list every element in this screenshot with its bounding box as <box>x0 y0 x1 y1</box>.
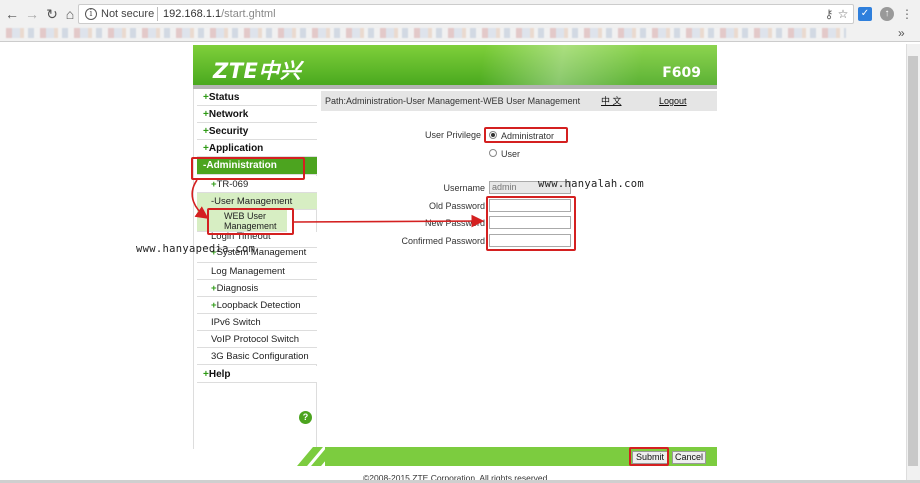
router-page: ZTE中兴 F609 +Status +Network +Security +A… <box>193 45 717 483</box>
confirmed-password-label: Confirmed Password <box>401 236 485 246</box>
sidebar-item-3g-basic-configuration[interactable]: 3G Basic Configuration <box>197 348 317 365</box>
password-fields-annotation-box <box>486 196 576 251</box>
sidebar-item-log-management[interactable]: Log Management <box>197 263 317 280</box>
sidebar-item-application[interactable]: +Application <box>197 140 317 157</box>
bookmarks-more-icon[interactable]: » <box>898 26 905 40</box>
administration-annotation-box <box>191 157 305 180</box>
sidebar-item-label: Security <box>208 126 249 137</box>
sidebar-item-label: 3G Basic Configuration <box>211 351 309 362</box>
sidebar-item-ipv6-switch[interactable]: IPv6 Switch <box>197 314 317 331</box>
info-icon[interactable]: i <box>85 8 97 20</box>
user-radio[interactable] <box>489 149 497 157</box>
watermark-right: www.hanyalah.com <box>538 178 644 190</box>
administrator-annotation-box <box>484 127 568 143</box>
sidebar-item-label: Status <box>208 92 240 103</box>
divider <box>157 7 158 21</box>
sidebar-item-label: User Management <box>214 196 293 207</box>
sidebar-item-label: TR-069 <box>216 179 249 190</box>
new-password-label: New Password <box>424 218 485 228</box>
header-banner: ZTE中兴 F609 <box>193 45 717 85</box>
sidebar-item-diagnosis[interactable]: +Diagnosis <box>197 280 317 297</box>
url-text[interactable]: 192.168.1.1/start.ghtml <box>163 8 276 20</box>
key-icon[interactable]: ⚷ <box>822 7 836 21</box>
user-privilege-label: User Privilege <box>424 130 481 140</box>
sidebar-item-help[interactable]: +Help <box>197 366 317 383</box>
extension-icon[interactable]: ✓ <box>858 7 872 21</box>
sidebar-item-label: VoIP Protocol Switch <box>211 334 300 345</box>
watermark-left: www.hanyapedia.com <box>136 243 256 255</box>
sidebar-item-label: Log Management <box>211 266 285 277</box>
bookmarks-bar[interactable] <box>6 28 846 38</box>
sidebar-item-network[interactable]: +Network <box>197 106 317 123</box>
sidebar-item-loopback-detection[interactable]: +Loopback Detection <box>197 297 317 314</box>
sidebar-item-label: Loopback Detection <box>216 300 301 311</box>
scrollbar-thumb[interactable] <box>908 56 918 466</box>
language-link[interactable]: 中 文 <box>601 91 622 111</box>
model-name: F609 <box>662 65 701 81</box>
sidebar-item-label: Network <box>208 109 249 120</box>
sidebar-item-voip-protocol-switch[interactable]: VoIP Protocol Switch <box>197 331 317 348</box>
cancel-button[interactable]: Cancel <box>672 451 706 464</box>
help-icon[interactable]: ? <box>299 411 312 424</box>
sidebar-item-label: IPv6 Switch <box>211 317 261 328</box>
profile-icon[interactable]: ↑ <box>880 7 894 21</box>
sidebar: +Status +Network +Security +Application … <box>193 89 317 449</box>
zte-logo: ZTE中兴 <box>213 59 302 83</box>
web-user-management-annotation-box <box>207 208 294 235</box>
url-path: /start.ghtml <box>221 8 276 20</box>
breadcrumb: Path:Administration-User Management-WEB … <box>321 91 717 111</box>
logout-link[interactable]: Logout <box>659 91 687 111</box>
back-icon[interactable]: ← <box>4 6 20 22</box>
star-icon[interactable]: ☆ <box>836 7 850 21</box>
sidebar-item-label: Diagnosis <box>216 283 259 294</box>
security-label: Not secure <box>101 8 155 20</box>
sidebar-item-label: Help <box>208 369 231 380</box>
username-label: Username <box>443 183 485 193</box>
sidebar-item-label: Application <box>208 143 264 154</box>
url-host: 192.168.1.1 <box>163 8 222 20</box>
reload-icon[interactable]: ↻ <box>44 6 60 22</box>
sidebar-item-security[interactable]: +Security <box>197 123 317 140</box>
home-icon[interactable]: ⌂ <box>62 6 78 22</box>
submit-annotation-box <box>629 447 669 466</box>
sidebar-item-status[interactable]: +Status <box>197 89 317 106</box>
user-option-label[interactable]: User <box>501 149 520 159</box>
breadcrumb-text: Path:Administration-User Management-WEB … <box>325 96 581 106</box>
old-password-label: Old Password <box>428 201 485 211</box>
forward-icon[interactable]: → <box>24 6 40 22</box>
browser-toolbar: ← → ↻ ⌂ i Not secure 192.168.1.1/start.g… <box>0 0 920 42</box>
menu-icon[interactable]: ⋮ <box>900 7 914 21</box>
address-bar[interactable]: i Not secure 192.168.1.1/start.ghtml <box>78 4 854 24</box>
